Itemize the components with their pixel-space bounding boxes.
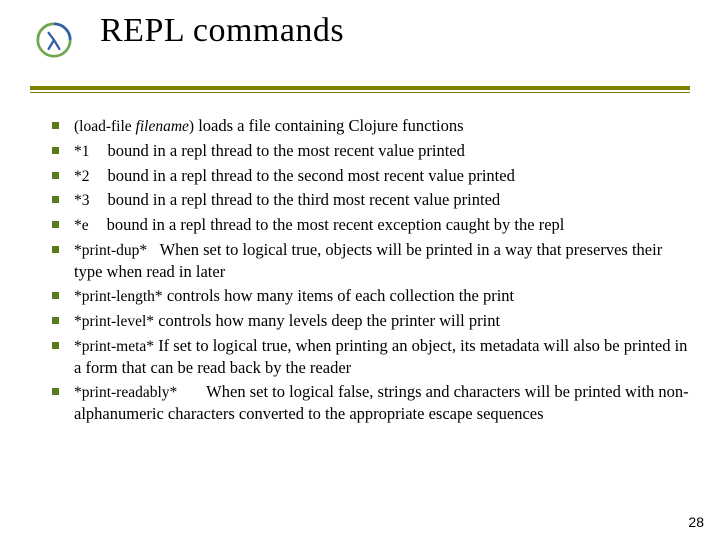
list-item: (load-file filename) loads a file contai…	[48, 115, 690, 137]
slide-header: REPL commands	[0, 0, 720, 84]
code-text: *print-meta*	[74, 338, 154, 355]
list-item: *3 bound in a repl thread to the third mo…	[48, 189, 690, 211]
desc-text: loads a file containing Clojure function…	[194, 116, 463, 135]
bullet-icon	[52, 246, 59, 253]
bullet-icon	[52, 317, 59, 324]
desc-text: bound in a repl thread to the third most…	[108, 190, 501, 209]
bullet-icon	[52, 122, 59, 129]
bullet-icon	[52, 196, 59, 203]
desc-text: When set to logical true, objects will b…	[74, 240, 662, 281]
code-text: *print-level*	[74, 313, 154, 330]
desc-text: If set to logical true, when printing an…	[74, 336, 687, 377]
desc-text: bound in a repl thread to the most recen…	[108, 141, 465, 160]
code-text: *2	[74, 168, 90, 185]
code-text: *print-length*	[74, 288, 163, 305]
list-item: *print-level* controls how many levels d…	[48, 310, 690, 332]
slide-title: REPL commands	[100, 12, 720, 50]
page-number: 28	[688, 514, 704, 530]
list-item: *print-meta* If set to logical true, whe…	[48, 335, 690, 378]
bullet-icon	[52, 292, 59, 299]
desc-text: controls how many items of each collecti…	[167, 286, 514, 305]
bullet-icon	[52, 342, 59, 349]
desc-text: controls how many levels deep the printe…	[158, 311, 500, 330]
code-text: (load-file	[74, 118, 132, 135]
list-item: *1 bound in a repl thread to the most rec…	[48, 140, 690, 162]
bullet-icon	[52, 147, 59, 154]
list-item: *print-dup* When set to logical true, ob…	[48, 239, 690, 282]
desc-text: bound in a repl thread to the most recen…	[107, 215, 565, 234]
slide-content: (load-file filename) loads a file contai…	[0, 93, 720, 424]
list-item: *2 bound in a repl thread to the second m…	[48, 165, 690, 187]
list-item: *e bound in a repl thread to the most rec…	[48, 214, 690, 236]
code-text: *e	[74, 217, 89, 234]
code-arg: filename	[132, 118, 189, 135]
bullet-icon	[52, 388, 59, 395]
desc-text: bound in a repl thread to the second mos…	[108, 166, 515, 185]
code-text: *3	[74, 192, 90, 209]
code-text: *print-dup*	[74, 242, 147, 259]
code-text: *1	[74, 143, 90, 160]
list-item: *print-readably* When set to logical fal…	[48, 381, 690, 424]
header-rule-thick	[30, 86, 690, 90]
list-item: *print-length* controls how many items o…	[48, 285, 690, 307]
code-text: *print-readably*	[74, 384, 177, 401]
bullet-icon	[52, 172, 59, 179]
bullet-icon	[52, 221, 59, 228]
lambda-logo-icon	[36, 22, 72, 58]
